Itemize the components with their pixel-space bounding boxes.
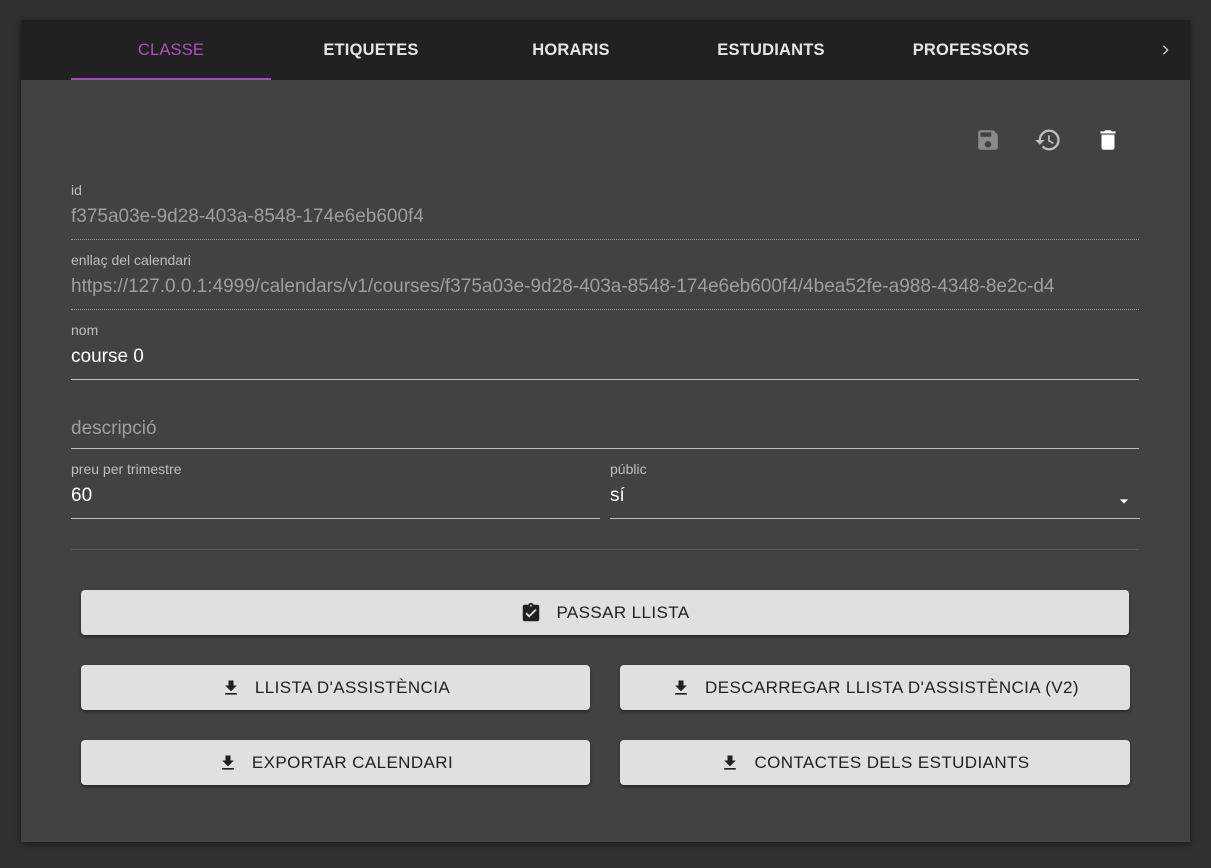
- tab-scroll-right-button[interactable]: [1140, 20, 1190, 80]
- history-icon: [1035, 129, 1060, 151]
- divider: [71, 549, 1139, 550]
- price-label: preu per trimestre: [71, 461, 182, 477]
- student-contacts-button[interactable]: CONTACTES DELS ESTUDIANTS: [620, 740, 1130, 785]
- tab-horaris[interactable]: HORARIS: [471, 20, 671, 80]
- history-button[interactable]: [1031, 123, 1065, 157]
- price-value: 60: [71, 485, 93, 506]
- id-field[interactable]: id f375a03e-9d28-403a-8548-174e6eb600f4: [71, 182, 1139, 240]
- calendar-link-underline: [71, 309, 1139, 310]
- tab-etiquetes[interactable]: ETIQUETES: [271, 20, 471, 80]
- calendar-link-value: https://127.0.0.1:4999/calendars/v1/cour…: [71, 276, 1055, 297]
- download-icon: [225, 680, 237, 695]
- id-underline: [71, 239, 1139, 240]
- name-label: nom: [71, 322, 99, 338]
- download-icon: [222, 755, 234, 770]
- public-value: sí: [610, 485, 625, 506]
- tab-bar: CLASSE ETIQUETES HORARIS ESTUDIANTS PROF…: [21, 20, 1190, 80]
- name-field[interactable]: nom course 0: [71, 322, 1139, 380]
- delete-icon: [1100, 130, 1116, 150]
- attendance-list-button[interactable]: LLISTA D'ASSISTÈNCIA: [81, 665, 590, 710]
- download-attendance-v2-button[interactable]: DESCARREGAR LLISTA D'ASSISTÈNCIA (V2): [620, 665, 1130, 710]
- id-label: id: [71, 182, 82, 198]
- dropdown-arrow-icon: [1119, 499, 1129, 504]
- calendar-link-label: enllaç del calendari: [71, 252, 191, 268]
- name-value: course 0: [71, 346, 144, 367]
- download-icon: [724, 755, 737, 770]
- public-underline: [610, 518, 1140, 519]
- price-underline: [71, 518, 600, 519]
- download-icon: [675, 680, 687, 695]
- calendar-link-field[interactable]: enllaç del calendari https://127.0.0.1:4…: [71, 252, 1139, 310]
- public-label: públic: [610, 461, 647, 477]
- toolbar: [971, 123, 1125, 157]
- description-field[interactable]: descripció: [71, 404, 1139, 449]
- course-card: CLASSE ETIQUETES HORARIS ESTUDIANTS PROF…: [21, 20, 1190, 842]
- id-value: f375a03e-9d28-403a-8548-174e6eb600f4: [71, 206, 424, 227]
- tab-professors[interactable]: PROFESSORS: [871, 20, 1071, 80]
- delete-button[interactable]: [1091, 123, 1125, 157]
- take-attendance-button[interactable]: PASSAR LLISTA: [81, 590, 1129, 635]
- name-underline: [71, 379, 1139, 380]
- active-tab-indicator: [71, 78, 271, 80]
- export-calendar-label: EXPORTAR CALENDARI: [251, 752, 454, 772]
- export-calendar-button[interactable]: EXPORTAR CALENDARI: [81, 740, 590, 785]
- public-select[interactable]: públic sí: [610, 461, 1140, 519]
- student-contacts-label: CONTACTES DELS ESTUDIANTS: [754, 752, 1030, 772]
- take-attendance-label: PASSAR LLISTA: [556, 602, 690, 622]
- price-field[interactable]: preu per trimestre 60: [71, 461, 600, 519]
- description-underline: [71, 448, 1139, 449]
- tab-classe[interactable]: CLASSE: [71, 20, 271, 80]
- chevron-right-icon: [1163, 45, 1169, 55]
- description-placeholder: descripció: [71, 418, 157, 439]
- download-attendance-v2-label: DESCARREGAR LLISTA D'ASSISTÈNCIA (V2): [705, 677, 1079, 697]
- assignment-turned-in-icon: [523, 602, 540, 621]
- attendance-list-label: LLISTA D'ASSISTÈNCIA: [254, 677, 451, 697]
- save-icon: [978, 130, 998, 150]
- save-button[interactable]: [971, 123, 1005, 157]
- tab-estudiants[interactable]: ESTUDIANTS: [671, 20, 871, 80]
